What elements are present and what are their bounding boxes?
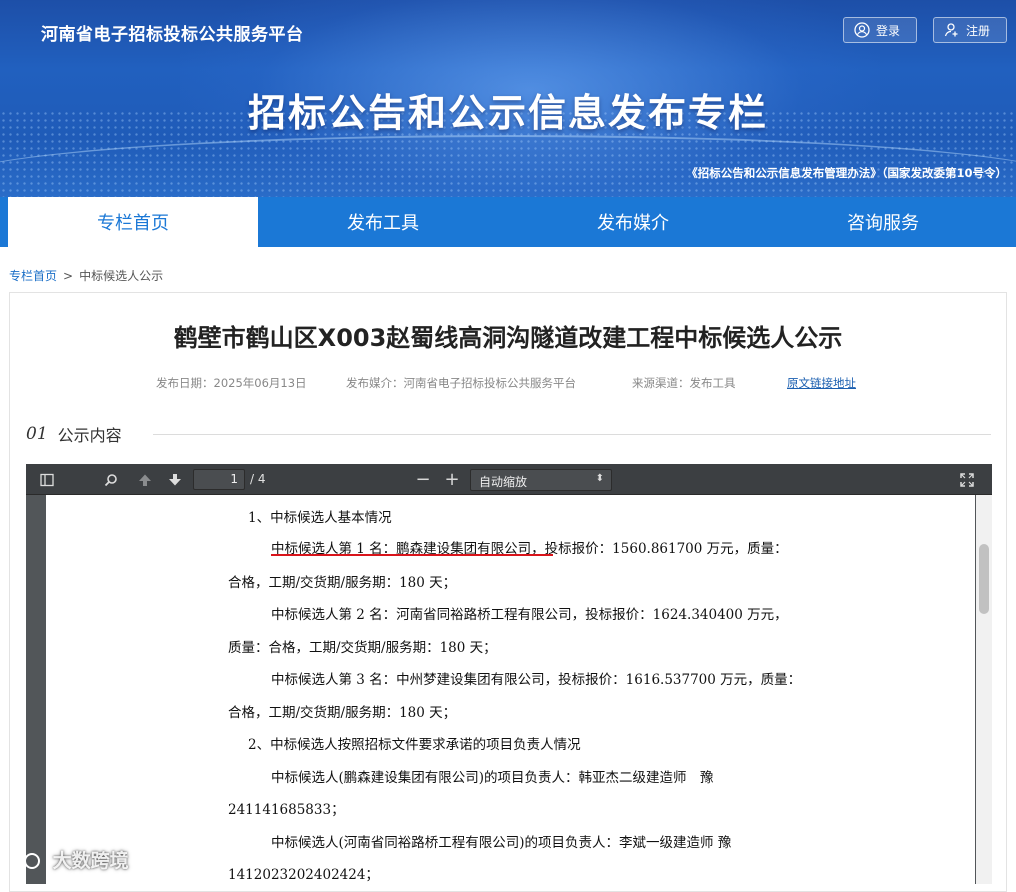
login-button[interactable]: 登录 — [843, 17, 917, 43]
highlight-underline — [271, 554, 553, 556]
register-button[interactable]: 注册 — [933, 17, 1007, 43]
arrow-down-icon[interactable] — [164, 464, 186, 495]
article-title: 鹤壁市鹤山区X003赵蜀线高洞沟隧道改建工程中标候选人公示 — [173, 324, 843, 352]
pdf-line: 1、中标候选人基本情况 — [248, 510, 392, 526]
header-banner: 河南省电子招标投标公共服务平台 登录 注册 招标公告和公示信息发布专栏 《招标公… — [0, 0, 1016, 197]
publish-media: 发布媒介：河南省电子招标投标公共服务平台 — [346, 376, 576, 390]
fullscreen-icon[interactable] — [956, 464, 978, 495]
zoom-out-icon[interactable]: − — [412, 464, 434, 495]
watermark-logo-icon — [10, 853, 40, 869]
pdf-page[interactable]: 1、中标候选人基本情况 中标候选人第 1 名：鹏森建设集团有限公司，投标报价：1… — [46, 495, 975, 884]
tab-publish-media[interactable]: 发布媒介 — [508, 197, 758, 247]
page-number-input[interactable]: 1 — [193, 469, 245, 490]
user-icon — [854, 22, 870, 38]
breadcrumb-current: 中标候选人公示 — [79, 269, 164, 283]
pdf-line: 中标候选人(鹏森建设集团有限公司)的项目负责人：韩亚杰二级建造师 豫 — [271, 770, 714, 786]
site-name[interactable]: 河南省电子招标投标公共服务平台 — [41, 20, 304, 45]
tab-consulting[interactable]: 咨询服务 — [758, 197, 1008, 247]
tab-home[interactable]: 专栏首页 — [8, 197, 258, 247]
breadcrumb: 专栏首页 > 中标候选人公示 — [9, 267, 163, 284]
publish-date: 发布日期：2025年06月13日 — [156, 376, 307, 390]
zoom-in-icon[interactable]: + — [441, 464, 463, 495]
section-header: 01 公示内容 — [26, 422, 122, 446]
watermark-text: 大数跨境 — [52, 850, 129, 872]
page-total: / 4 — [250, 472, 266, 486]
pdf-toolbar: 1 / 4 − + 自动缩放 ⬍ — [26, 464, 992, 495]
source-channel: 来源渠道：发布工具 — [632, 376, 736, 390]
banner-title: 招标公告和公示信息发布专栏 — [247, 91, 768, 135]
main-nav: 专栏首页 发布工具 发布媒介 咨询服务 — [0, 197, 1016, 247]
pdf-line: 241141685833； — [228, 802, 345, 818]
article-card: 鹤壁市鹤山区X003赵蜀线高洞沟隧道改建工程中标候选人公示 发布日期：2025年… — [9, 292, 1007, 892]
pdf-line: 质量：合格，工期/交货期/服务期：180 天； — [228, 640, 497, 656]
arrow-up-icon[interactable] — [134, 464, 156, 495]
breadcrumb-home[interactable]: 专栏首页 — [9, 267, 57, 284]
section-label: 公示内容 — [57, 426, 122, 445]
watermark: 大数跨境 — [10, 846, 129, 873]
pdf-line: 合格，工期/交货期/服务期：180 天； — [228, 575, 457, 591]
pdf-line: 中标候选人第 3 名：中州梦建设集团有限公司，投标报价：1616.537700 … — [271, 672, 802, 688]
zoom-select-value: 自动缩放 — [479, 475, 528, 489]
pdf-line: 合格，工期/交货期/服务期：180 天； — [228, 705, 457, 721]
pdf-viewer: 1 / 4 − + 自动缩放 ⬍ 1、中标候选人基本情况 中标候选人第 1 名：… — [26, 464, 992, 884]
login-label: 登录 — [876, 23, 901, 38]
breadcrumb-separator: > — [63, 268, 74, 283]
register-label: 注册 — [966, 23, 991, 38]
pdf-line: 1412023202402424； — [228, 867, 379, 883]
pdf-line: 2、中标候选人按照招标文件要求承诺的项目负责人情况 — [248, 737, 581, 753]
pdf-line: 中标候选人(河南省同裕路桥工程有限公司)的项目负责人：李斌一级建造师 豫 — [271, 835, 732, 851]
section-divider — [153, 434, 991, 435]
sidebar-toggle-icon[interactable] — [36, 464, 58, 495]
pdf-scrollbar-thumb[interactable] — [979, 544, 989, 614]
zoom-select[interactable]: 自动缩放 ⬍ — [470, 469, 612, 491]
user-add-icon — [944, 23, 958, 37]
original-link[interactable]: 原文链接地址 — [787, 376, 856, 390]
banner-note[interactable]: 《招标公告和公示信息发布管理办法》（国家发改委第10号令） — [686, 165, 1007, 181]
search-icon[interactable] — [100, 464, 122, 495]
chevron-updown-icon: ⬍ — [595, 473, 604, 484]
tab-publish-tools[interactable]: 发布工具 — [258, 197, 508, 247]
section-number: 01 — [26, 424, 48, 444]
pdf-line: 中标候选人第 2 名：河南省同裕路桥工程有限公司，投标报价：1624.34040… — [271, 607, 788, 623]
